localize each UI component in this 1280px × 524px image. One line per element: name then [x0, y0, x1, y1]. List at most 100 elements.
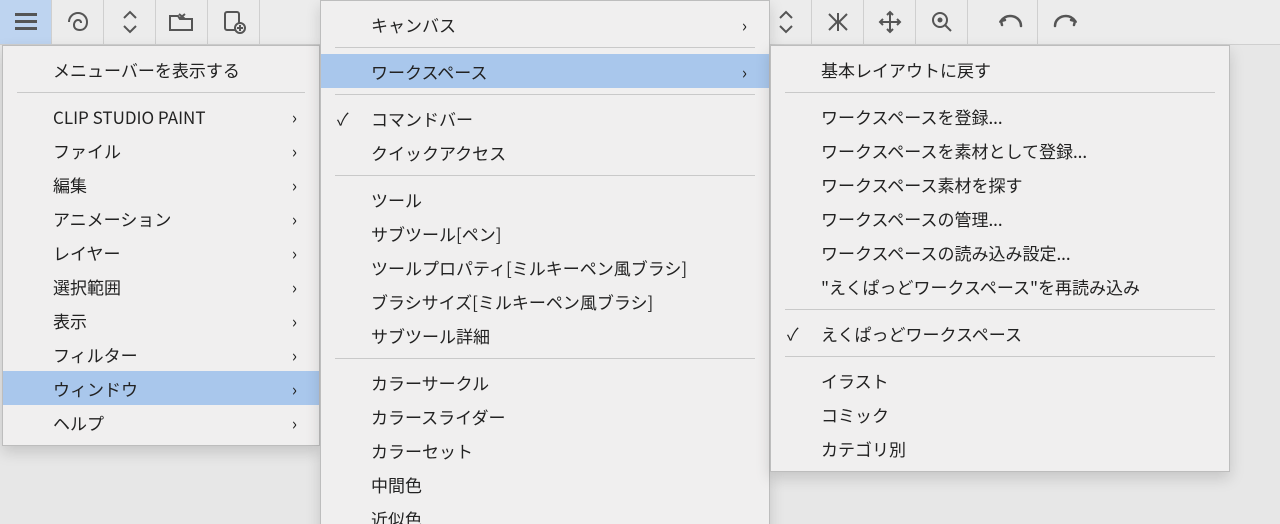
new-page-add-button[interactable]: [208, 0, 260, 44]
menu-separator: [785, 92, 1215, 93]
menu-item-manage-workspace[interactable]: ワークスペースの管理...: [771, 201, 1229, 235]
menu-item-view[interactable]: 表示 ›: [3, 303, 319, 337]
menu-item-mid-color[interactable]: 中間色: [321, 467, 769, 501]
menu-item-ekupad-workspace[interactable]: ✓ えくぱっどワークスペース: [771, 316, 1229, 350]
menu-item-label: カラーセット: [371, 438, 473, 463]
menu-item-reload-ekupad[interactable]: "えくぱっどワークスペース"を再読み込み: [771, 269, 1229, 303]
menu-item-label: ブラシサイズ[ミルキーペン風ブラシ]: [371, 289, 653, 314]
menu-item-label: CLIP STUDIO PAINT: [53, 104, 206, 129]
menu-item-color-set[interactable]: カラーセット: [321, 433, 769, 467]
chevrons-vertical-button-1[interactable]: [104, 0, 156, 44]
hamburger-icon: [15, 13, 37, 31]
menu-item-color-circle[interactable]: カラーサークル: [321, 365, 769, 399]
menu-item-file[interactable]: ファイル ›: [3, 133, 319, 167]
menu-item-label: キャンバス: [371, 12, 456, 37]
new-page-add-icon: [222, 10, 246, 34]
menu-item-layer[interactable]: レイヤー ›: [3, 235, 319, 269]
menu-separator: [335, 47, 755, 48]
menu-item-tool-property[interactable]: ツールプロパティ[ミルキーペン風ブラシ]: [321, 250, 769, 284]
submenu-arrow-icon: ›: [264, 274, 297, 299]
menu-item-label: アニメーション: [53, 206, 171, 231]
submenu-arrow-icon: ›: [264, 240, 297, 265]
menu-item-edit[interactable]: 編集 ›: [3, 167, 319, 201]
submenu-arrow-icon: ›: [264, 206, 297, 231]
menu-item-window[interactable]: ウィンドウ ›: [3, 371, 319, 405]
menu-item-comic[interactable]: コミック: [771, 397, 1229, 431]
menu-separator: [785, 309, 1215, 310]
menu-item-subtool-detail[interactable]: サブツール詳細: [321, 318, 769, 352]
menu-item-brush-size[interactable]: ブラシサイズ[ミルキーペン風ブラシ]: [321, 284, 769, 318]
snap-center-button[interactable]: [812, 0, 864, 44]
hamburger-menu-button[interactable]: [0, 0, 52, 44]
menu-item-label: メニューバーを表示する: [53, 57, 240, 82]
menu-item-quick-access[interactable]: クイックアクセス: [321, 135, 769, 169]
magnifier-icon: [930, 10, 954, 34]
menu-item-filter[interactable]: フィルター ›: [3, 337, 319, 371]
menu-item-label: ツール: [371, 187, 422, 212]
menu-item-label: ワークスペースを登録...: [821, 104, 1003, 129]
menu-item-clip-studio-paint[interactable]: CLIP STUDIO PAINT ›: [3, 99, 319, 133]
menu-item-label: 中間色: [371, 472, 422, 497]
menu-item-label: ワークスペースの読み込み設定...: [821, 240, 1071, 265]
menu-separator: [335, 358, 755, 359]
checkmark-icon: ✓: [337, 106, 349, 131]
menu-item-register-as-material[interactable]: ワークスペースを素材として登録...: [771, 133, 1229, 167]
undo-button[interactable]: [986, 0, 1038, 44]
submenu-arrow-icon: ›: [264, 376, 297, 401]
menu-item-label: カラーサークル: [371, 370, 489, 395]
menu-item-command-bar[interactable]: ✓ コマンドバー: [321, 101, 769, 135]
submenu-arrow-icon: ›: [714, 12, 747, 37]
folder-open-icon: [169, 12, 195, 32]
spiral-icon: [65, 11, 91, 33]
undo-icon: [999, 12, 1025, 32]
menu-item-workspace[interactable]: ワークスペース ›: [321, 54, 769, 88]
menu-item-subtool-pen[interactable]: サブツール[ペン]: [321, 216, 769, 250]
magnifier-button[interactable]: [916, 0, 968, 44]
move-arrows-button[interactable]: [864, 0, 916, 44]
menu-item-label: フィルター: [53, 342, 138, 367]
checkmark-icon: ✓: [787, 321, 799, 346]
menu-item-animation[interactable]: アニメーション ›: [3, 201, 319, 235]
menu-item-label: ワークスペースを素材として登録...: [821, 138, 1087, 163]
submenu-arrow-icon: ›: [264, 104, 297, 129]
menu-separator: [335, 94, 755, 95]
menu-item-help[interactable]: ヘルプ ›: [3, 405, 319, 439]
menu-item-label: 基本レイアウトに戻す: [821, 57, 991, 82]
chevrons-vertical-icon: [778, 10, 794, 34]
menu-item-show-menubar[interactable]: メニューバーを表示する: [3, 52, 319, 86]
submenu-arrow-icon: ›: [264, 342, 297, 367]
menu-item-reset-layout[interactable]: 基本レイアウトに戻す: [771, 52, 1229, 86]
redo-button[interactable]: [1038, 0, 1090, 44]
menu-item-selection[interactable]: 選択範囲 ›: [3, 269, 319, 303]
menu-separator: [335, 175, 755, 176]
submenu-arrow-icon: ›: [264, 308, 297, 333]
snap-center-icon: [825, 11, 851, 33]
menu-item-register-workspace[interactable]: ワークスペースを登録...: [771, 99, 1229, 133]
menu-item-tool[interactable]: ツール: [321, 182, 769, 216]
menu-item-label: サブツール[ペン]: [371, 221, 502, 246]
menu-item-label: 編集: [53, 172, 87, 197]
menu-item-by-category[interactable]: カテゴリ別: [771, 431, 1229, 465]
folder-open-button[interactable]: [156, 0, 208, 44]
menu-item-label: ワークスペースの管理...: [821, 206, 1003, 231]
workspace-submenu: 基本レイアウトに戻す ワークスペースを登録... ワークスペースを素材として登録…: [770, 45, 1230, 472]
menu-item-label: サブツール詳細: [371, 323, 490, 348]
window-submenu: キャンバス › ワークスペース › ✓ コマンドバー クイックアクセス ツール …: [320, 0, 770, 524]
menu-item-canvas[interactable]: キャンバス ›: [321, 7, 769, 41]
menu-item-load-settings[interactable]: ワークスペースの読み込み設定...: [771, 235, 1229, 269]
spiral-button[interactable]: [52, 0, 104, 44]
menu-item-color-slider[interactable]: カラースライダー: [321, 399, 769, 433]
menu-item-find-material[interactable]: ワークスペース素材を探す: [771, 167, 1229, 201]
menu-separator: [17, 92, 305, 93]
menu-item-label: ツールプロパティ[ミルキーペン風ブラシ]: [371, 255, 687, 280]
menu-item-label: カラースライダー: [371, 404, 505, 429]
menu-item-approx-color[interactable]: 近似色: [321, 501, 769, 524]
menu-item-label: ワークスペース: [371, 59, 487, 84]
submenu-arrow-icon: ›: [264, 172, 297, 197]
menu-item-label: 近似色: [371, 506, 422, 524]
menu-item-label: 表示: [53, 308, 87, 333]
menu-item-label: えくぱっどワークスペース: [821, 321, 1022, 346]
menu-item-label: ワークスペース素材を探す: [821, 172, 1022, 197]
menu-item-illust[interactable]: イラスト: [771, 363, 1229, 397]
menu-item-label: イラスト: [821, 368, 889, 393]
